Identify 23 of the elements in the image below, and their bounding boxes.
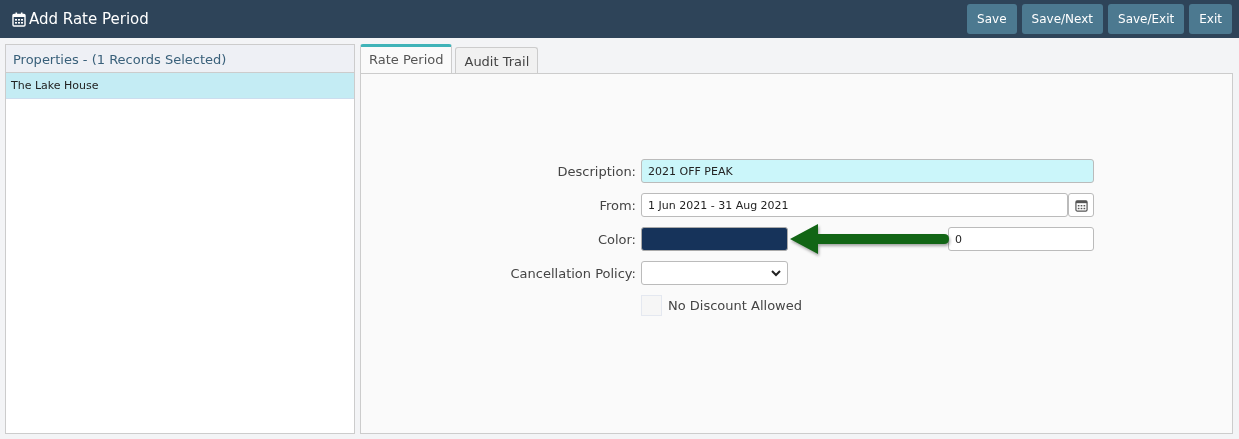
window-title: Add Rate Period	[29, 10, 149, 28]
field-label: From:	[598, 197, 636, 213]
header-button[interactable]: Save	[967, 4, 1017, 34]
tab[interactable]: Audit Trail	[455, 47, 539, 73]
checkbox-label: No Discount Allowed	[668, 298, 802, 313]
min-per-period-field[interactable]: 0	[948, 227, 1094, 251]
calendar-icon	[1074, 198, 1088, 212]
field-label: Description:	[556, 163, 636, 179]
description-field[interactable]: 2021 OFF PEAK	[641, 159, 1094, 183]
property-item[interactable]: The Lake House	[6, 73, 354, 99]
field-label: Color:	[596, 231, 636, 247]
chevron-down-icon	[771, 269, 781, 277]
calendar-icon	[12, 11, 26, 27]
header-button[interactable]: Save/Exit	[1108, 4, 1185, 34]
header-button[interactable]: Save/Next	[1021, 4, 1104, 34]
cancellation-policy-dropdown[interactable]	[641, 261, 788, 285]
date-range-field[interactable]: 1 Jun 2021 - 31 Aug 2021	[641, 193, 1068, 217]
calendar-button[interactable]	[1068, 193, 1094, 217]
field-label: Cancellation Policy:	[509, 265, 636, 281]
tab[interactable]: Rate Period	[360, 44, 453, 73]
panel-heading: Properties - (1 Records Selected)	[6, 45, 354, 73]
header-button[interactable]: Exit	[1189, 4, 1232, 34]
color-swatch[interactable]	[641, 227, 788, 251]
